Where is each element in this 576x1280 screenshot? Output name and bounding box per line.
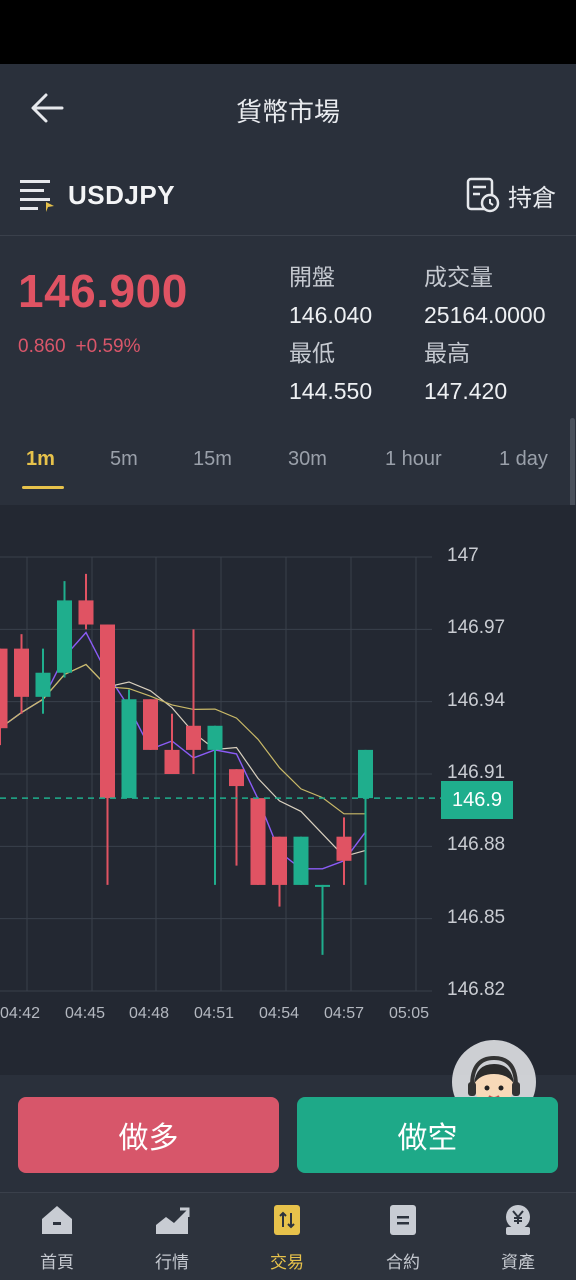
- candle-body: [0, 648, 8, 729]
- long-button[interactable]: 做多: [18, 1097, 279, 1173]
- last-price: 146.900: [18, 265, 188, 317]
- tab-30m[interactable]: 30m: [288, 448, 327, 471]
- home-icon: [42, 1206, 72, 1234]
- price-change: 0.860 +0.59%: [18, 336, 151, 358]
- trade-icon: [274, 1205, 300, 1235]
- candle-body: [14, 648, 29, 697]
- candle-body: [293, 836, 309, 885]
- nav-label: 行情: [155, 1253, 189, 1273]
- candle-body: [272, 836, 287, 885]
- candle-body: [100, 624, 115, 799]
- candlestick-chart[interactable]: 147 146.97 146.94 146.91 146.88 146.85 146.82 …: [0, 505, 576, 1075]
- nav-item-home[interactable]: 首頁: [17, 1203, 97, 1273]
- candle-body: [229, 769, 244, 787]
- candle-body: [57, 600, 72, 673]
- candle-body: [164, 749, 180, 774]
- stat-volume: 成交量 25164.0000: [424, 258, 546, 329]
- nav-item-market[interactable]: 行情: [132, 1203, 212, 1273]
- candle-body: [315, 884, 330, 887]
- market-icon: [156, 1207, 190, 1234]
- candle-body: [121, 699, 137, 799]
- stat-value: 147.420: [424, 378, 508, 404]
- stat-open: 開盤 146.040: [289, 258, 372, 329]
- stat-value: 146.040: [289, 302, 373, 328]
- menu-icon[interactable]: [18, 176, 56, 212]
- x-tick-label: 04:48: [129, 1005, 170, 1022]
- stat-value: 144.550: [289, 378, 373, 404]
- x-tick-label: 04:45: [65, 1005, 106, 1022]
- candle-body: [35, 672, 51, 697]
- timeframe-tabs: 1m 5m 15m 30m 1 hour 1 day: [0, 440, 576, 500]
- active-tab-indicator: [22, 486, 64, 489]
- stat-high: 最高 147.420: [424, 334, 507, 405]
- tab-15m[interactable]: 15m: [193, 448, 232, 471]
- nav-label: 資產: [501, 1253, 535, 1273]
- candle-body: [186, 725, 201, 750]
- candle-body: [78, 600, 94, 625]
- nav-item-trade[interactable]: 交易: [247, 1203, 327, 1273]
- candle-body: [336, 836, 352, 861]
- bottom-nav: 首頁 行情 交易 合約 資產: [0, 1192, 576, 1280]
- ma-line-mid: [0, 663, 366, 858]
- y-tick-label: 146.85: [447, 906, 506, 928]
- y-tick-label: 146.94: [447, 689, 506, 711]
- symbol-name[interactable]: USDJPY: [68, 180, 175, 211]
- nav-item-assets[interactable]: 資產: [478, 1203, 558, 1273]
- y-tick-label: 146.97: [447, 617, 506, 639]
- nav-label: 合約: [386, 1253, 420, 1273]
- y-tick-label: 146.88: [447, 834, 506, 856]
- stat-label: 成交量: [424, 265, 493, 291]
- status-bar: [0, 0, 576, 64]
- stat-low: 最低 144.550: [289, 334, 372, 405]
- y-tick-label: 147: [447, 545, 479, 566]
- stat-label: 開盤: [289, 265, 335, 291]
- contract-icon: [390, 1205, 416, 1235]
- x-tick-label: 04:51: [194, 1005, 235, 1022]
- ma-line-fast: [0, 631, 367, 870]
- holdings-button[interactable]: 持倉: [466, 176, 556, 214]
- candle-body: [250, 798, 266, 885]
- holdings-label: 持倉: [508, 183, 556, 212]
- current-price-tag: 146.9: [441, 781, 513, 819]
- tab-1-hour[interactable]: 1 hour: [385, 448, 442, 471]
- x-tick-label: 04:57: [324, 1005, 365, 1022]
- change-value: 0.860: [18, 336, 66, 357]
- x-tick-label: 05:05: [389, 1005, 430, 1022]
- page-title: 貨幣市場: [235, 98, 340, 128]
- change-percent: +0.59%: [75, 336, 141, 357]
- nav-label: 首頁: [40, 1253, 74, 1273]
- tab-1-day[interactable]: 1 day: [499, 448, 548, 471]
- stat-label: 最高: [424, 341, 470, 367]
- tab-5m[interactable]: 5m: [110, 448, 138, 471]
- holdings-icon: [466, 177, 500, 213]
- x-tick-label: 04:42: [0, 1005, 41, 1022]
- top-nav-bar: 貨幣市場: [0, 64, 576, 154]
- assets-icon: [506, 1205, 530, 1235]
- tab-1m[interactable]: 1m: [26, 448, 55, 471]
- stat-value: 25164.0000: [424, 302, 546, 328]
- candle-body: [207, 725, 223, 750]
- ma-line-slow: [0, 663, 366, 815]
- nav-item-contract[interactable]: 合約: [363, 1203, 443, 1273]
- short-button[interactable]: 做空: [297, 1097, 558, 1173]
- x-tick-label: 04:54: [259, 1005, 300, 1022]
- candle-body: [143, 699, 158, 750]
- candle-body: [358, 749, 373, 799]
- y-tick-label: 146.82: [447, 979, 506, 1000]
- stat-label: 最低: [289, 341, 335, 367]
- nav-label: 交易: [270, 1253, 304, 1273]
- symbol-row: USDJPY 持倉: [0, 154, 576, 236]
